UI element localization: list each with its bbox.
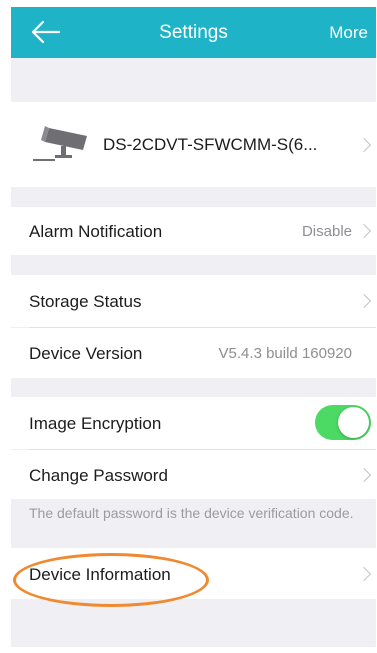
- storage-status-label: Storage Status: [29, 292, 142, 311]
- toggle-knob: [338, 407, 369, 438]
- screen: Settings More DS-2CDVT-SFWCMM-S(6... Ala…: [0, 0, 377, 653]
- chevron-right-icon: [356, 566, 372, 582]
- device-version-label: Device Version: [29, 344, 143, 363]
- image-encryption-row: Image Encryption: [11, 397, 376, 449]
- change-password-label: Change Password: [29, 466, 168, 485]
- highlight-ellipse: [13, 553, 209, 607]
- storage-status-row[interactable]: Storage Status: [11, 275, 376, 327]
- chevron-right-icon: [356, 137, 372, 153]
- chevron-right-icon: [356, 293, 372, 309]
- device-version-row: Device Version V5.4.3 build 160920: [11, 328, 376, 378]
- device-version-value: V5.4.3 build 160920: [218, 345, 352, 362]
- nav-bar: Settings More: [11, 7, 376, 58]
- device-name: DS-2CDVT-SFWCMM-S(6...: [103, 135, 318, 154]
- more-button[interactable]: More: [329, 23, 368, 43]
- chevron-right-icon: [356, 467, 372, 483]
- change-password-row[interactable]: Change Password: [11, 450, 376, 499]
- settings-page: Settings More DS-2CDVT-SFWCMM-S(6... Ala…: [11, 7, 376, 647]
- image-encryption-toggle[interactable]: [315, 405, 371, 440]
- alarm-notification-value: Disable: [301, 223, 352, 240]
- alarm-notification-label: Alarm Notification: [29, 222, 163, 241]
- device-row[interactable]: DS-2CDVT-SFWCMM-S(6...: [11, 102, 376, 187]
- alarm-notification-row[interactable]: Alarm Notification Disable: [11, 207, 376, 255]
- password-hint: The default password is the device verif…: [29, 505, 354, 521]
- page-title: Settings: [159, 22, 228, 43]
- chevron-right-icon: [356, 223, 372, 239]
- image-encryption-label: Image Encryption: [29, 414, 162, 433]
- security-camera-icon: [33, 126, 87, 161]
